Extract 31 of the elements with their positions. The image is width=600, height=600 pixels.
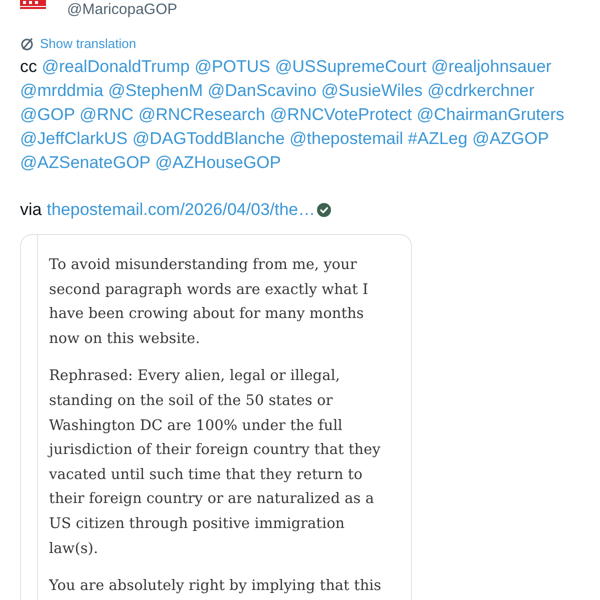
check-circle-icon [317,203,332,217]
mention-link[interactable]: @RNC [79,105,134,124]
mention-link[interactable]: @AZSenateGOP [20,153,150,172]
mention-link[interactable]: @StephenM [108,81,203,100]
mention-link[interactable]: @mrddmia [20,81,104,100]
mention-link[interactable]: @SusieWiles [321,81,423,100]
mention-link[interactable]: @GOP [20,105,75,124]
quote-paragraph: Rephrased: Every alien, legal or illegal, standing on the soil of the 50 states or Washington DC are 100% under the full jurisdiction of their foreign country that they vacated until such time that they return to their foreign country or are naturalized as a US citizen through positive immigration law(s). [49,367,382,559]
mention-link[interactable]: @DanScavino [208,81,317,100]
hashtag-link[interactable]: #AZLeg [408,129,468,148]
mention-link[interactable]: @USSupremeCourt [275,57,426,76]
mention-link[interactable]: @thepostemail [290,129,404,148]
quote-paragraph: To avoid misunderstanding from me, your second paragraph words are exactly what I have been crowing about for many months now on this website. [49,256,370,349]
mention-link[interactable]: @AZGOP [472,129,549,148]
quote-paragraph: You are absolutely right by implying that this [49,577,382,596]
mention-link[interactable]: @cdrkerchner [427,81,534,100]
mention-link[interactable]: @POTUS [194,57,270,76]
mention-link[interactable]: @RNCVoteProtect [270,105,412,124]
tweet-text: cc @realDonaldTrump @POTUS @USSupremeCourt @realjohnsauer @mrddmia @StephenM @DanScavino @SusieWiles @cdrkerchner @GOP @RNC @RNCResearch @RNCVoteProtect @ChairmanGruters @JeffClarkUS @DAGToddBlanche @thepostemail #AZLeg @AZGOP @AZSenateGOP @AZHouseGOP [20,56,566,174]
show-translation-link[interactable]: Show translation [40,36,136,52]
mention-link[interactable]: @DAGToddBlanche [132,129,285,148]
mention-link[interactable]: @RNCResearch [138,105,266,124]
via-line: via thepostemail.com/2026/04/03/the… [20,198,332,222]
source-link[interactable]: thepostemail.com/2026/04/03/the… [46,198,316,222]
mention-link[interactable]: @JeffClarkUS [20,129,128,148]
mention-link[interactable]: @realjohnsauer [431,57,552,76]
circle-slash-icon [20,37,34,51]
mention-link[interactable]: @ChairmanGruters [416,105,564,124]
mention-link[interactable]: @AZHouseGOP [155,153,281,172]
mention-link[interactable]: @realDonaldTrump [42,57,190,76]
account-handle: @MaricopaGOP [67,1,178,19]
